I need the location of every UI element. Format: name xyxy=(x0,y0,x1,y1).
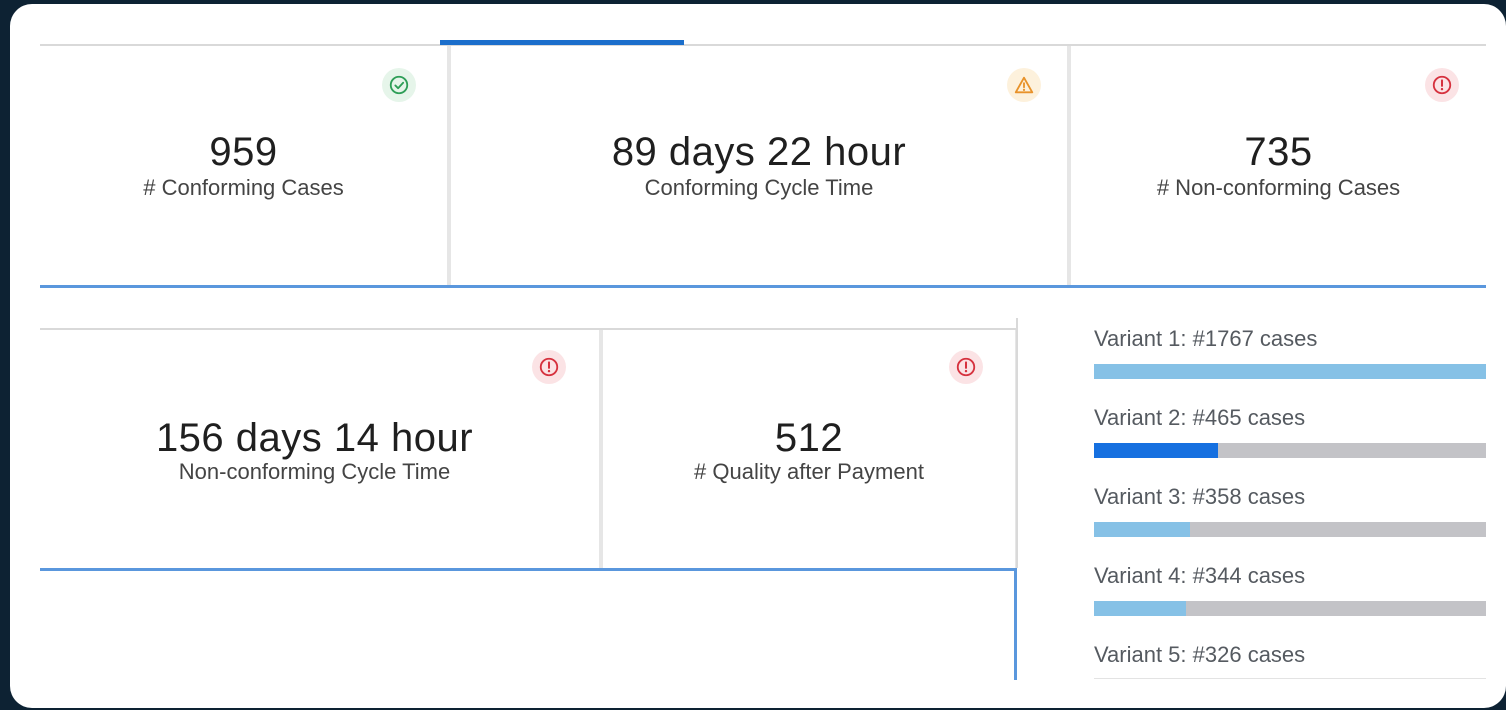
kpi-value: 735 xyxy=(1244,130,1313,174)
active-tab-indicator[interactable] xyxy=(440,40,684,45)
alert-circle-icon xyxy=(1425,68,1459,102)
variant-label: Variant 4: #344 cases xyxy=(1094,563,1306,588)
kpi-card-conforming-cycle-time[interactable]: 89 days 22 hour Conforming Cycle Time xyxy=(448,46,1070,286)
variant-bar-fill xyxy=(1094,364,1486,379)
section-divider xyxy=(40,285,1486,288)
kpi-card-non-conforming-cases[interactable]: 735 # Non-conforming Cases xyxy=(1068,46,1486,286)
warning-triangle-icon xyxy=(1007,68,1041,102)
check-circle-icon xyxy=(382,68,416,102)
kpi-card-quality-after-payment[interactable]: 512 # Quality after Payment xyxy=(600,330,1018,568)
section-divider-vertical xyxy=(1014,568,1017,680)
variants-bottom-rule xyxy=(1094,678,1486,679)
kpi-card-conforming-cases[interactable]: 959 # Conforming Cases xyxy=(40,46,450,286)
variant-label: Variant 1: #1767 cases xyxy=(1094,326,1318,351)
variants-panel-border xyxy=(1016,318,1018,568)
variant-bar-fill xyxy=(1094,522,1190,537)
kpi-label: # Non-conforming Cases xyxy=(1156,175,1401,200)
kpi-value: 512 xyxy=(774,416,844,460)
variant-bar-track xyxy=(1094,522,1486,537)
variant-bar-track xyxy=(1094,601,1486,616)
kpi-value: 959 xyxy=(209,130,278,174)
variant-label: Variant 2: #465 cases xyxy=(1094,405,1306,430)
dashboard-panel: 959 # Conforming Cases 89 days 22 hour C… xyxy=(10,4,1506,708)
alert-circle-icon xyxy=(532,350,566,384)
kpi-card-non-conforming-cycle-time[interactable]: 156 days 14 hour Non-conforming Cycle Ti… xyxy=(40,330,602,568)
kpi-value: 156 days 14 hour xyxy=(155,416,474,460)
variant-bar-track xyxy=(1094,364,1486,379)
section-divider xyxy=(40,568,1016,571)
variant-bar-track xyxy=(1094,443,1486,458)
alert-circle-icon xyxy=(949,350,983,384)
kpi-label: Conforming Cycle Time xyxy=(644,175,874,200)
variant-bar-fill xyxy=(1094,443,1218,458)
kpi-label: # Quality after Payment xyxy=(694,459,924,484)
variant-bar-fill xyxy=(1094,601,1186,616)
kpi-value: 89 days 22 hour xyxy=(611,130,907,174)
variant-label: Variant 5: #326 cases xyxy=(1094,642,1306,667)
variant-label: Variant 3: #358 cases xyxy=(1094,484,1306,509)
kpi-label: # Conforming Cases xyxy=(143,175,344,200)
kpi-label: Non-conforming Cycle Time xyxy=(178,459,451,484)
